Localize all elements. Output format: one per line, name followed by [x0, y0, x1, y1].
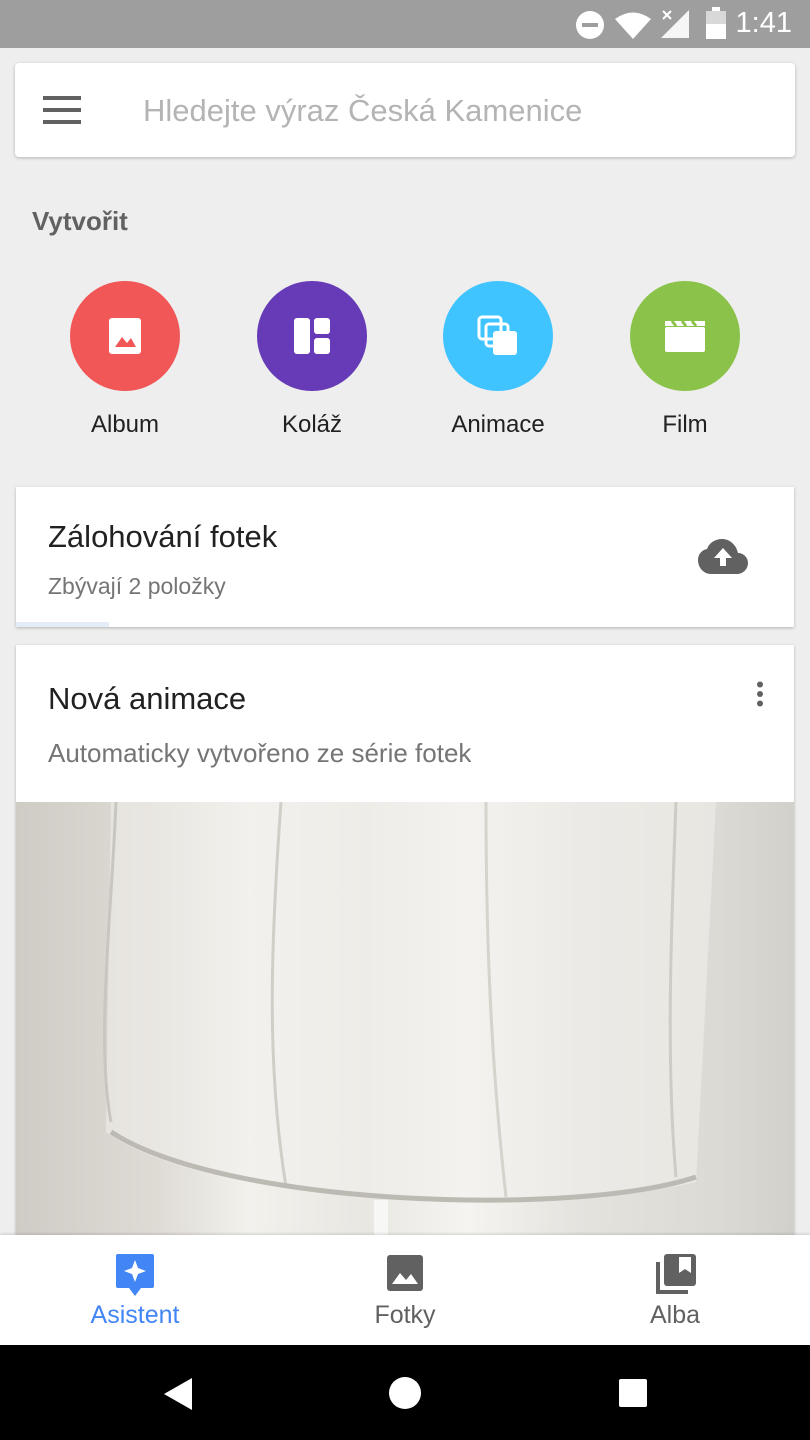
create-animation-label: Animace	[451, 411, 545, 438]
animation-preview-image[interactable]	[16, 802, 794, 1245]
wifi-icon	[615, 12, 651, 39]
search-input[interactable]	[141, 87, 765, 135]
movie-circle[interactable]	[630, 281, 740, 391]
create-animation-button[interactable]: Animace	[413, 281, 583, 439]
photos-icon	[387, 1255, 423, 1291]
create-collage-label: Koláž	[281, 411, 343, 438]
animation-card[interactable]: Nová animace Automaticky vytvořeno ze sé…	[16, 645, 794, 1245]
create-section-title: Vytvořit	[32, 206, 128, 236]
movie-icon	[665, 320, 705, 352]
nav-photos-label: Fotky	[374, 1301, 436, 1329]
battery-icon	[706, 7, 726, 39]
nav-albums[interactable]: Alba	[540, 1235, 810, 1345]
more-vert-icon[interactable]	[754, 681, 766, 707]
animation-title: Nová animace	[48, 681, 247, 716]
collage-circle[interactable]	[257, 281, 367, 391]
nav-assistant-label: Asistent	[90, 1301, 180, 1329]
animation-subtitle: Automaticky vytvořeno ze série fotek	[48, 738, 472, 768]
back-icon[interactable]	[162, 1377, 194, 1411]
backup-subtitle: Zbývají 2 položky	[48, 573, 226, 599]
assistant-icon	[116, 1254, 154, 1296]
backup-progress-bar	[16, 622, 794, 627]
create-album-label: Album	[90, 411, 160, 438]
bottom-navigation: Asistent Fotky Alba	[0, 1235, 810, 1345]
create-album-button[interactable]: Album	[40, 281, 210, 439]
do-not-disturb-icon	[576, 11, 604, 39]
nav-assistant[interactable]: Asistent	[0, 1235, 270, 1345]
create-movie-label: Film	[662, 411, 708, 438]
home-icon[interactable]	[388, 1376, 422, 1410]
backup-card[interactable]: Zálohování fotek Zbývají 2 položky	[16, 487, 794, 627]
search-bar[interactable]	[15, 63, 795, 157]
status-bar: 1:41	[0, 0, 810, 48]
create-collage-button[interactable]: Koláž	[227, 281, 397, 439]
album-icon	[109, 318, 141, 354]
create-movie-button[interactable]: Film	[600, 281, 770, 439]
nav-photos[interactable]: Fotky	[270, 1235, 540, 1345]
backup-progress-fill	[16, 622, 110, 627]
system-navigation-bar	[0, 1345, 810, 1440]
backup-title: Zálohování fotek	[48, 519, 278, 554]
recents-icon[interactable]	[618, 1378, 648, 1408]
collage-icon	[294, 318, 330, 354]
album-circle[interactable]	[70, 281, 180, 391]
nav-albums-label: Alba	[649, 1301, 701, 1329]
albums-icon	[656, 1254, 696, 1294]
cloud-upload-icon[interactable]	[698, 539, 748, 575]
animation-icon	[477, 315, 517, 355]
clock: 1:41	[735, 7, 792, 39]
animation-circle[interactable]	[443, 281, 553, 391]
signal-icon	[661, 10, 689, 38]
menu-icon[interactable]	[43, 93, 81, 127]
